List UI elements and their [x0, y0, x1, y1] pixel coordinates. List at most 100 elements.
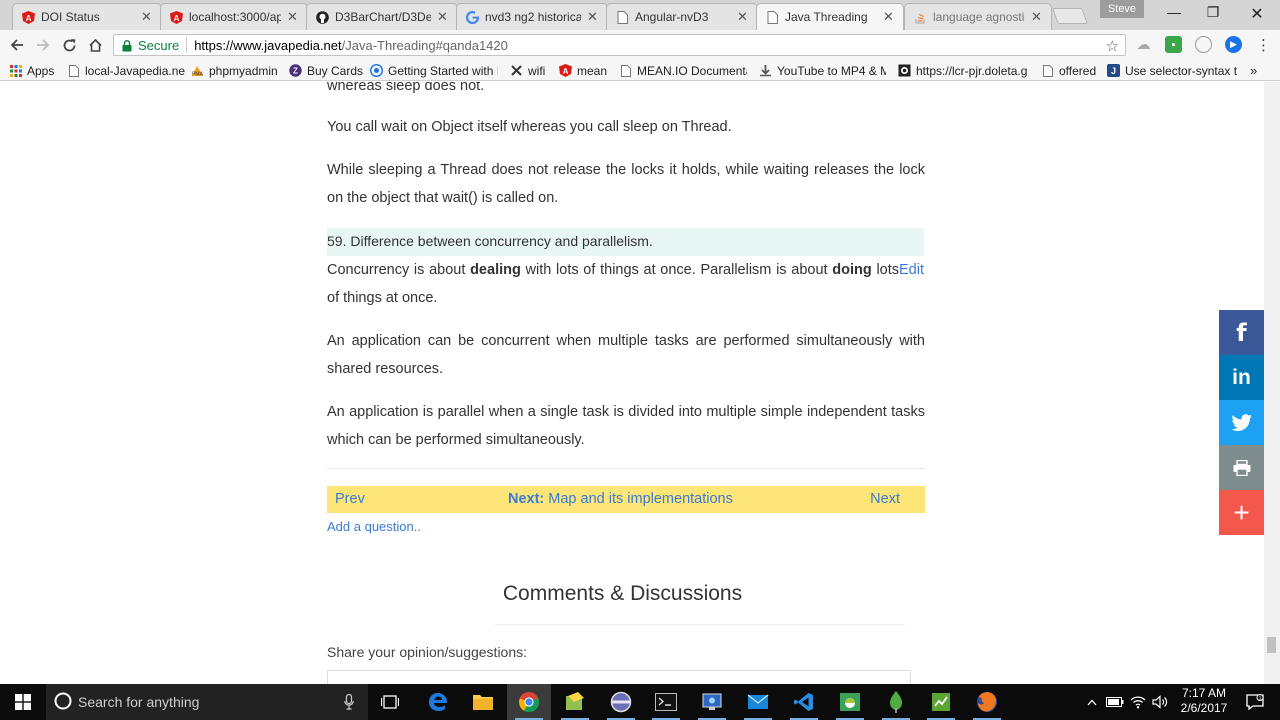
edge-icon[interactable]	[416, 684, 460, 720]
bookmark-local-javapedia[interactable]: local-Javapedia.net	[67, 63, 185, 78]
close-icon[interactable]: ✕	[587, 9, 599, 25]
back-icon[interactable]	[7, 35, 27, 55]
close-icon[interactable]: ✕	[737, 9, 749, 25]
close-icon[interactable]: ✕	[141, 9, 153, 25]
page-scrollbar[interactable]	[1264, 82, 1280, 684]
bookmark-apps[interactable]: Apps	[9, 63, 54, 78]
tab-java-threading[interactable]: Java Threading ✕	[756, 3, 904, 30]
github-icon	[315, 10, 329, 24]
linkedin-share-icon[interactable]: in	[1219, 355, 1264, 400]
more-bookmarks-chevron[interactable]: »	[1250, 63, 1257, 78]
print-icon[interactable]	[1219, 445, 1264, 490]
comments-heading: Comments & Discussions	[502, 582, 743, 605]
file-explorer-icon[interactable]	[461, 684, 505, 720]
reload-icon[interactable]	[59, 35, 79, 55]
omnibox-divider	[186, 37, 188, 53]
tab-doi-status[interactable]: A DOI Status ✕	[12, 3, 162, 30]
chrome-menu-icon[interactable]: ⋮	[1255, 36, 1272, 54]
comment-textarea[interactable]	[327, 670, 911, 684]
facebook-share-icon[interactable]: f	[1219, 310, 1264, 355]
close-icon[interactable]: ✕	[1031, 9, 1043, 25]
question-pager: Prev Next: Map and its implementations N…	[327, 486, 925, 513]
bookmarks-bar: Apps local-Javapedia.net PMA phpmyadmin …	[0, 60, 1280, 81]
disc-app-icon[interactable]	[599, 684, 643, 720]
volume-icon[interactable]	[1150, 684, 1170, 720]
next-question-link[interactable]: Next: Map and its implementations	[508, 486, 733, 513]
tab-strip: A DOI Status ✕ A localhost:3000/api ✕ D3…	[0, 0, 1280, 30]
bookmark-buy-cards[interactable]: Z Buy Cards	[289, 63, 363, 78]
new-tab-button[interactable]	[1052, 8, 1088, 24]
wifi-icon[interactable]	[1128, 684, 1148, 720]
vscode-icon[interactable]	[782, 684, 826, 720]
page-icon	[765, 10, 779, 24]
prev-link[interactable]: Prev	[335, 486, 365, 513]
twitter-share-icon[interactable]	[1219, 400, 1264, 445]
tray-chevron-icon[interactable]	[1083, 684, 1101, 720]
edit-link[interactable]: Edit	[899, 256, 924, 284]
home-icon[interactable]	[85, 35, 105, 55]
bookmark-mean[interactable]: A mean	[559, 63, 607, 78]
bookmark-getting-started[interactable]: Getting Started with I	[370, 63, 498, 78]
bookmark-star-icon[interactable]: ☆	[1106, 37, 1119, 55]
add-question-link[interactable]: Add a question..	[327, 517, 421, 537]
mail-icon[interactable]	[736, 684, 780, 720]
svg-text:A: A	[173, 14, 179, 23]
android-studio-icon[interactable]	[828, 684, 872, 720]
circle-extension-icon[interactable]	[1195, 36, 1212, 53]
network-app-icon[interactable]	[690, 684, 734, 720]
firefox-icon[interactable]	[965, 684, 1009, 720]
bookmark-youtube-mp4[interactable]: YouTube to MP4 & M	[759, 63, 886, 78]
scrollbar-thumb[interactable]	[1267, 637, 1276, 653]
bookmark-offered[interactable]: offered	[1041, 63, 1096, 78]
bookmark-phpmyadmin[interactable]: PMA phpmyadmin	[191, 63, 278, 78]
profile-badge[interactable]: Steve	[1100, 0, 1144, 18]
close-icon[interactable]: ✕	[437, 9, 449, 25]
tab-angular-nvd3[interactable]: Angular-nvD3 ✕	[606, 3, 758, 30]
question-heading[interactable]: 59. Difference between concurrency and p…	[327, 228, 924, 256]
restore-icon[interactable]: ❐	[1193, 4, 1233, 21]
tab-language-agnostic[interactable]: language agnostic ✕	[904, 3, 1052, 30]
play-extension-icon[interactable]: ▶	[1225, 36, 1242, 53]
bookmark-lcr-pjr[interactable]: https://lcr-pjr.doleta.g	[898, 63, 1027, 78]
page-icon	[67, 64, 80, 77]
address-bar[interactable]: Secure https://www.javapedia.net/Java-Th…	[113, 34, 1126, 56]
cortana-icon	[54, 692, 72, 713]
url-host: https://www.javapedia.net	[194, 37, 342, 53]
close-icon[interactable]: ✕	[883, 9, 895, 25]
terminal-icon[interactable]	[644, 684, 688, 720]
bookmark-wifi[interactable]: wifi	[510, 63, 545, 78]
bookmark-mean-io-docs[interactable]: MEAN.IO Documenta	[619, 63, 747, 78]
microphone-icon[interactable]	[344, 693, 354, 713]
clock-date: 2/6/2017	[1180, 701, 1228, 715]
more-share-icon[interactable]: +	[1219, 490, 1264, 535]
camera-icon	[898, 64, 911, 77]
next-link[interactable]: Next	[870, 486, 900, 513]
window-close-icon[interactable]: ✕	[1237, 4, 1277, 24]
action-center-icon[interactable]: 1	[1240, 684, 1270, 720]
tab-d3barchart[interactable]: D3BarChart/D3De ✕	[306, 3, 458, 30]
notepad-plus-icon[interactable]	[553, 684, 597, 720]
close-icon[interactable]: ✕	[287, 9, 299, 25]
task-view-icon[interactable]	[368, 684, 412, 720]
forward-icon[interactable]	[33, 35, 53, 55]
answer-concurrent-app: An application can be concurrent when mu…	[327, 333, 925, 377]
evernote-extension-icon[interactable]: ▪	[1165, 36, 1182, 53]
bold-dealing: dealing	[470, 262, 521, 278]
mongodb-icon[interactable]	[874, 684, 918, 720]
tab-localhost[interactable]: A localhost:3000/api ✕	[160, 3, 308, 30]
battery-icon[interactable]	[1104, 684, 1126, 720]
chrome-taskbar-icon[interactable]	[507, 684, 551, 720]
angular-icon: A	[21, 10, 35, 24]
taskbar-clock[interactable]: 7:17 AM 2/6/2017	[1176, 686, 1232, 716]
bold-doing: doing	[832, 262, 872, 278]
tab-nvd3-ng2[interactable]: nvd3 ng2 historica ✕	[456, 3, 608, 30]
windows-start-icon[interactable]	[0, 684, 46, 720]
cloud-extension-icon[interactable]: ☁	[1135, 36, 1152, 53]
taskbar-search-box[interactable]: Search for anything	[46, 684, 368, 720]
section-divider	[327, 468, 925, 469]
answer-concurrency: Concurrency is about dealing with lots o…	[327, 262, 900, 306]
sheets-app-icon[interactable]	[919, 684, 963, 720]
minimize-icon[interactable]: —	[1154, 4, 1194, 20]
stackoverflow-icon	[913, 10, 927, 24]
bookmark-selector-syntax[interactable]: J Use selector-syntax to	[1107, 63, 1237, 78]
